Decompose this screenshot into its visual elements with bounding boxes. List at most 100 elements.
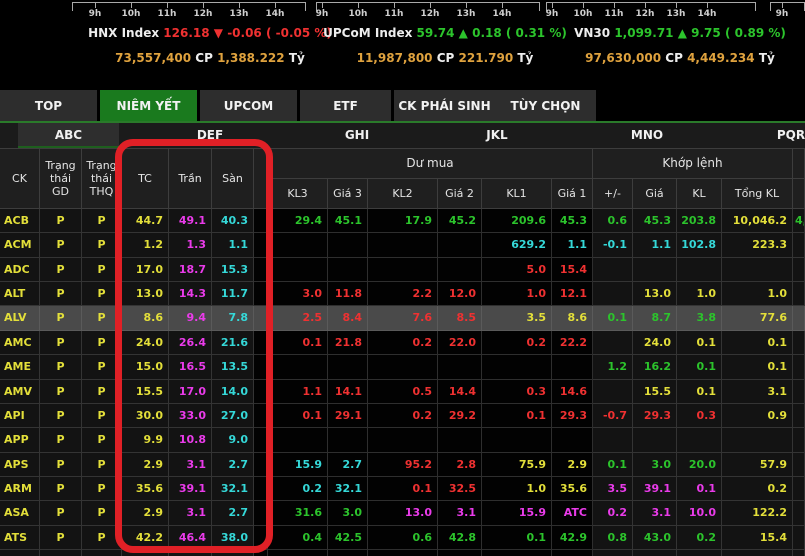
column-header: KL1 (482, 179, 552, 209)
tab-etf[interactable]: ETF (300, 90, 391, 121)
table-row-asa[interactable]: ASAPP2.93.12.731.63.013.03.115.9ATC0.23.… (0, 501, 805, 525)
time-axis-label: 12h (194, 9, 213, 19)
subtab-ghi[interactable]: GHI (307, 123, 407, 148)
tab-upcom[interactable]: UPCOM (200, 90, 297, 121)
data-cell (793, 380, 805, 404)
ty-label: Tỷ (289, 51, 305, 65)
status-gd-cell: P (40, 331, 82, 355)
table-row-aps[interactable]: APSPP2.93.12.715.92.795.22.875.92.90.13.… (0, 453, 805, 477)
table-row-arm[interactable]: ARMPP35.639.132.10.232.10.132.51.035.63.… (0, 477, 805, 501)
tc-cell: 2.9 (122, 453, 169, 477)
data-cell: 0.1 (677, 355, 722, 379)
table-row-alv[interactable]: ALVPP8.69.47.82.58.47.68.53.58.60.18.73.… (0, 306, 805, 330)
subtab-jkl[interactable]: JKL (447, 123, 547, 148)
data-cell: 3.0 (328, 501, 368, 525)
data-cell (438, 355, 482, 379)
time-axis-label: 13h (230, 9, 249, 19)
time-axis-label: 14h (266, 9, 285, 19)
data-cell: 8.7 (633, 306, 677, 330)
status-thq-cell: P (82, 477, 122, 501)
status-thq-cell: P (82, 355, 122, 379)
table-row-ame[interactable]: AMEPP15.016.513.51.216.20.10.1 (0, 355, 805, 379)
time-axis-label: 10h (122, 9, 141, 19)
data-cell: 2.5 (268, 306, 328, 330)
status-thq-cell: P (82, 526, 122, 550)
table-row-ats[interactable]: ATSPP42.246.438.00.442.50.642.80.142.90.… (0, 526, 805, 550)
data-cell (482, 428, 552, 452)
data-cell (328, 428, 368, 452)
table-row-amv[interactable]: AMVPP15.517.014.01.114.10.514.40.314.615… (0, 380, 805, 404)
subtab-pqr[interactable]: PQR (741, 123, 805, 148)
tab-tuy-chon[interactable]: TÙY CHỌN (495, 90, 596, 121)
data-cell: 0.1 (482, 526, 552, 550)
data-cell (368, 550, 438, 556)
tab-niem-yet[interactable]: NIÊM YẾT (100, 90, 197, 121)
data-cell (328, 550, 368, 556)
table-row-adc[interactable]: ADCPP17.018.715.35.015.4 (0, 258, 805, 282)
spacer-cell (254, 233, 268, 257)
san-cell: 14.0 (212, 380, 254, 404)
status-gd-cell: P (40, 380, 82, 404)
index-change: 0.18 (472, 26, 502, 40)
table-row-acm[interactable]: ACMPP1.21.31.1629.21.1-0.11.1102.8223.3 (0, 233, 805, 257)
data-cell: 223.3 (722, 233, 793, 257)
data-cell (552, 428, 593, 452)
data-cell: 75.9 (482, 453, 552, 477)
data-cell: 42.5 (328, 526, 368, 550)
data-cell: ATC (552, 501, 593, 525)
time-axis-label: 10h (349, 9, 368, 19)
subtab-mno[interactable]: MNO (597, 123, 697, 148)
subtab-abc[interactable]: ABC (18, 123, 119, 148)
table-row-api[interactable]: APIPP30.033.027.00.129.10.229.20.129.3-0… (0, 404, 805, 428)
column-header: CK (0, 149, 40, 209)
index-value: 126.18 (163, 26, 209, 40)
subtab-def[interactable]: DEF (160, 123, 260, 148)
table-row-alt[interactable]: ALTPP13.014.311.73.011.82.212.01.012.113… (0, 282, 805, 306)
tab-ck-phai-sinh[interactable]: CK PHÁI SINH (394, 90, 495, 121)
data-cell: 24.0 (633, 331, 677, 355)
tran-cell: 39.1 (169, 477, 212, 501)
ticker-cell: ARM (0, 477, 40, 501)
data-cell: 0.3 (677, 404, 722, 428)
data-cell: 1.1 (633, 233, 677, 257)
data-cell: 3.5 (482, 306, 552, 330)
data-cell: 2.8 (438, 453, 482, 477)
ticker-cell: APS (0, 453, 40, 477)
spacer-cell (254, 453, 268, 477)
index-volume: 97,630,000 (585, 51, 661, 65)
data-cell: 0.1 (677, 331, 722, 355)
data-cell: 0.1 (722, 355, 793, 379)
tran-cell: 18.7 (169, 258, 212, 282)
tran-cell (169, 550, 212, 556)
data-cell: 29.3 (552, 404, 593, 428)
data-cell: 15.5 (633, 380, 677, 404)
table-row-acb[interactable]: ACBPP44.749.140.329.445.117.945.2209.645… (0, 209, 805, 233)
status-gd-cell: P (40, 526, 82, 550)
tran-cell: 9.4 (169, 306, 212, 330)
table-row-clipped[interactable] (0, 550, 805, 556)
status-thq-cell: P (82, 209, 122, 233)
status-thq-cell: P (82, 453, 122, 477)
data-cell (438, 550, 482, 556)
time-axis-label: 11h (158, 9, 177, 19)
san-cell: 2.7 (212, 453, 254, 477)
data-cell (328, 258, 368, 282)
data-cell: 0.1 (677, 380, 722, 404)
table-row-app[interactable]: APPPP9.910.89.0 (0, 428, 805, 452)
data-cell: 29.1 (328, 404, 368, 428)
data-cell: 12.1 (552, 282, 593, 306)
status-thq-cell: P (82, 428, 122, 452)
ticker-cell: ACB (0, 209, 40, 233)
data-cell: 14.4 (438, 380, 482, 404)
status-thq-cell: P (82, 258, 122, 282)
data-cell: 0.1 (593, 453, 633, 477)
data-cell: 5.0 (482, 258, 552, 282)
tab-top[interactable]: TOP (0, 90, 97, 121)
data-cell: 2.9 (552, 453, 593, 477)
status-gd-cell: P (40, 501, 82, 525)
table-row-amc[interactable]: AMCPP24.026.421.60.121.80.222.00.222.224… (0, 331, 805, 355)
index-turnover: 4,449.234 (687, 51, 755, 65)
status-thq-cell (82, 550, 122, 556)
data-cell: 45.3 (633, 209, 677, 233)
data-cell: 16.2 (633, 355, 677, 379)
